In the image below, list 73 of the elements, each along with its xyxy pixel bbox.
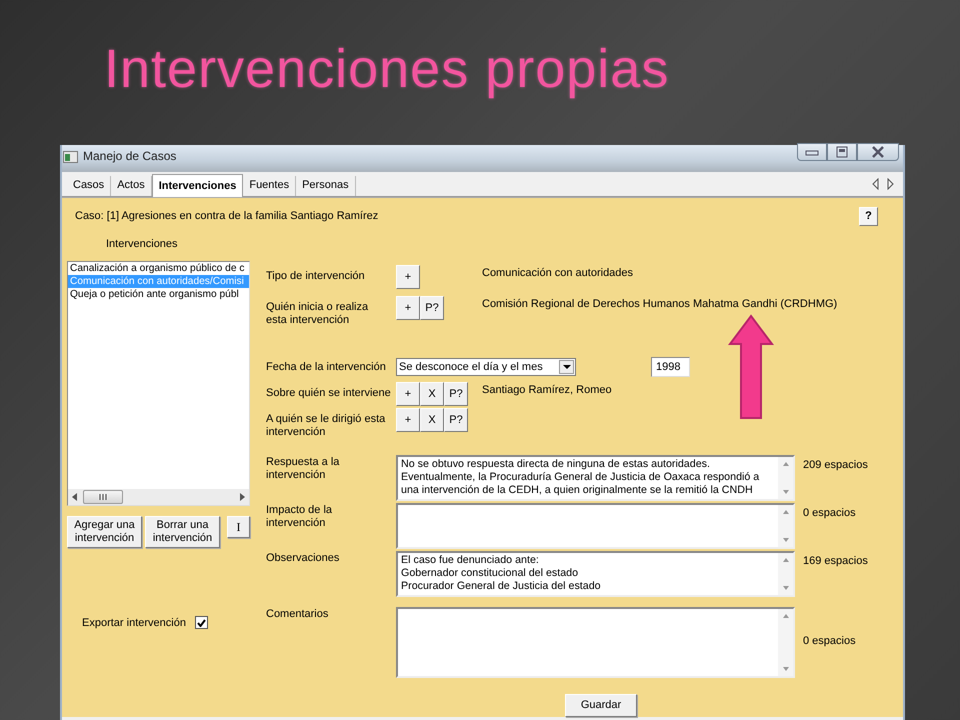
small-button[interactable]: X (420, 382, 444, 406)
scroll-up-icon[interactable] (782, 510, 788, 514)
save-button[interactable]: Guardar (565, 694, 637, 717)
text-area[interactable]: El caso fue denunciado ante: Gobernador constitucional del estado Procurador General de Justicia del estado (396, 551, 795, 597)
scroll-down-icon[interactable] (782, 538, 788, 542)
field-label: Quién inicia o realiza esta intervención (266, 300, 370, 327)
field-label: Impacto de la intervención (266, 503, 334, 530)
delete-button[interactable]: Borrar una intervención (145, 516, 220, 548)
small-button[interactable]: P? (444, 382, 468, 406)
scrollbar[interactable] (68, 489, 249, 505)
small-button[interactable]: + (396, 408, 420, 432)
scrollbar[interactable] (778, 457, 793, 499)
help-button[interactable]: ? (859, 206, 878, 226)
small-button[interactable]: P? (420, 296, 444, 320)
scrollbar[interactable] (778, 505, 793, 547)
close-button[interactable] (857, 143, 899, 161)
list-item[interactable]: Canalización a organismo público de c (68, 262, 249, 275)
field-label: Sobre quién se interviene (266, 386, 392, 400)
close-icon (871, 146, 885, 158)
section-heading: Intervenciones (106, 238, 179, 252)
grip-icon (99, 493, 107, 501)
year-field[interactable]: 1998 (651, 357, 690, 377)
scroll-down-icon[interactable] (782, 667, 788, 671)
export-label: Exportar intervención (82, 616, 186, 628)
app-icon (63, 151, 79, 164)
char-count: 0 espacios (803, 634, 857, 647)
scrollbar[interactable] (778, 553, 793, 595)
char-count: 209 espacios (803, 458, 869, 471)
tab[interactable]: Intervenciones (152, 174, 244, 197)
add-button[interactable]: Agregar una intervención (67, 516, 142, 548)
scroll-down-icon[interactable] (782, 586, 788, 590)
field-value: Santiago Ramírez, Romeo (482, 383, 613, 396)
slide-title: Intervenciones propias (104, 38, 670, 100)
tab[interactable]: Personas (296, 176, 356, 196)
case-label: Caso: [1] Agresiones en contra de la familia Santiago Ramírez (75, 210, 378, 222)
field-label: Respuesta a la intervención (266, 455, 340, 482)
field-label: Observaciones (266, 551, 340, 565)
tab[interactable]: Fuentes (243, 176, 296, 196)
scroll-left-icon[interactable] (871, 178, 880, 190)
text-area[interactable]: No se obtuvo respuesta directa de ninguna de estas autoridades. Eventualmente, la Procuraduría General de Justicia de Oaxaca respondió a una intervención de la CEDH, a quien originalmente se la remitió la CNDH (396, 455, 795, 501)
field-value: Comisión Regional de Derechos Humanos Mahatma Gandhi (CRDHMG) (482, 297, 838, 310)
caret-icon (562, 365, 570, 369)
window-title: Manejo de Casos (83, 149, 176, 163)
scroll-right-icon[interactable] (886, 178, 895, 190)
small-button[interactable]: + (396, 296, 420, 320)
field-label: Comentarios (266, 607, 330, 621)
field-label: A quién se le dirigió esta intervención (266, 412, 386, 439)
scroll-up-icon[interactable] (782, 462, 788, 466)
small-button[interactable]: + (396, 265, 420, 289)
text-area[interactable] (396, 607, 795, 678)
maximize-icon (835, 146, 849, 158)
maximize-button[interactable] (827, 143, 857, 161)
date-dropdown[interactable]: Se desconoce el día y el mes (396, 358, 576, 376)
insert-button[interactable]: I (227, 516, 250, 538)
field-label: Fecha de la intervención (266, 360, 387, 374)
scroll-right-icon[interactable] (240, 493, 245, 501)
scroll-down-icon[interactable] (782, 490, 788, 494)
checkbox[interactable] (194, 616, 208, 629)
field-label: Tipo de intervención (266, 269, 366, 283)
scroll-up-icon[interactable] (782, 558, 788, 562)
scroll-left-icon[interactable] (72, 493, 77, 501)
scroll-up-icon[interactable] (782, 614, 788, 618)
list-item[interactable]: Queja o petición ante organismo públ (68, 288, 249, 301)
tab[interactable]: Casos (67, 176, 112, 196)
field-value: Comunicación con autoridades (482, 266, 634, 279)
char-count: 169 espacios (803, 554, 869, 567)
scrollbar[interactable] (778, 609, 793, 676)
small-button[interactable]: + (396, 382, 420, 406)
text-area[interactable] (396, 503, 795, 549)
char-count: 0 espacios (803, 506, 857, 519)
small-button[interactable]: P? (444, 408, 468, 432)
minimize-button[interactable] (797, 143, 827, 161)
small-button[interactable]: X (420, 408, 444, 432)
